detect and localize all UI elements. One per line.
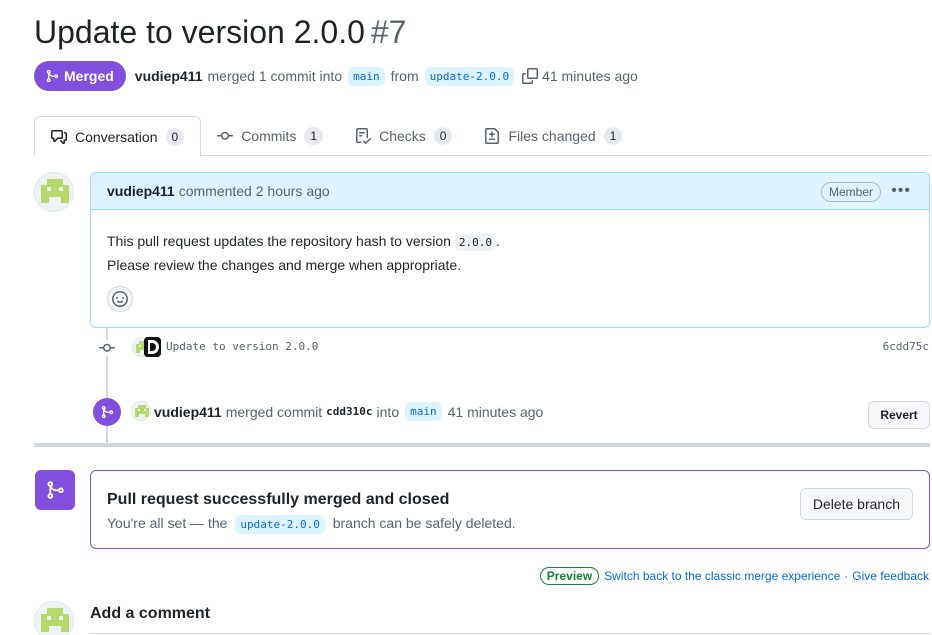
merge-event-verb: merged commit	[225, 403, 323, 420]
merge-event-time[interactable]: 41 minutes ago	[448, 404, 544, 420]
kebab-horizontal-icon[interactable]: •••	[891, 182, 911, 200]
committer-avatar[interactable]	[144, 337, 161, 357]
revert-button[interactable]: Revert	[868, 401, 930, 429]
add-reaction-button[interactable]	[107, 286, 133, 312]
add-comment-divider	[90, 633, 930, 634]
preview-badge: Preview	[539, 567, 600, 585]
tab-files-changed[interactable]: Files changed 1	[468, 116, 638, 156]
tab-files-changed-count: 1	[603, 127, 623, 145]
comment-timestamp[interactable]: commented 2 hours ago	[179, 183, 330, 199]
commit-sha-link[interactable]: 6cdd75c	[883, 340, 929, 353]
tab-conversation[interactable]: Conversation 0	[34, 116, 202, 157]
merged-state-label: Merged	[64, 68, 114, 84]
pr-title: Update to version 2.0.0 #7	[34, 14, 406, 51]
switch-classic-merge-link[interactable]: Switch back to the classic merge experie…	[604, 569, 840, 583]
timeline-divider	[34, 443, 930, 447]
comment-inline-code: 2.0.0	[454, 234, 496, 251]
pr-author-link[interactable]: vudiep411	[135, 68, 203, 84]
current-user-avatar[interactable]	[34, 601, 74, 635]
delete-branch-button[interactable]: Delete branch	[799, 488, 913, 520]
git-commit-icon	[99, 340, 115, 356]
comment-header: vudiep411 commented 2 hours ago Member •…	[91, 173, 929, 210]
merge-status-box: Pull request successfully merged and clo…	[90, 470, 930, 549]
comment-box: vudiep411 commented 2 hours ago Member •…	[90, 172, 930, 328]
merge-into-text: into	[376, 403, 400, 420]
give-feedback-link[interactable]: Give feedback	[852, 569, 929, 583]
tab-conversation-count: 0	[165, 127, 185, 146]
head-branch-label[interactable]: update-2.0.0	[424, 66, 515, 86]
pr-meta-row: Merged vudiep411 merged 1 commit into ma…	[34, 61, 638, 91]
comment-line-2: Please review the changes and merge when…	[107, 257, 462, 273]
commit-message-link[interactable]: Update to version 2.0.0	[166, 340, 318, 353]
merge-status-subtext: You're all set — the update-2.0.0 branch…	[107, 515, 516, 534]
tab-conversation-label: Conversation	[75, 128, 158, 145]
tab-checks-count: 0	[433, 127, 453, 145]
separator-dot: ·	[844, 569, 849, 583]
merge-status-sub-post: branch can be safely deleted.	[332, 515, 516, 531]
pr-title-text: Update to version 2.0.0	[34, 14, 365, 50]
from-text: from	[390, 68, 419, 84]
tab-commits-label: Commits	[241, 128, 297, 144]
comment-line-1-end: .	[496, 233, 500, 249]
merge-status-badge	[35, 470, 75, 510]
merge-author-link[interactable]: vudiep411	[154, 404, 222, 420]
tab-files-changed-label: Files changed	[508, 128, 596, 144]
merge-status-sub-pre: You're all set — the	[107, 515, 228, 531]
identicon-avatar	[35, 173, 73, 211]
merge-target-branch[interactable]: main	[405, 402, 442, 421]
merge-author-avatar[interactable]	[131, 401, 151, 421]
pr-merged-time: 41 minutes ago	[542, 68, 638, 84]
git-merge-icon	[46, 69, 59, 83]
copy-icon	[522, 68, 539, 84]
git-commit-icon	[217, 131, 234, 140]
merged-state-badge: Merged	[34, 61, 126, 91]
merge-status-heading: Pull request successfully merged and clo…	[107, 491, 450, 508]
merge-event-text: vudiep411 merged commit cdd310c into mai…	[154, 402, 543, 421]
merge-commit-sha-link[interactable]: cdd310c	[326, 405, 372, 418]
copy-branch-button[interactable]	[522, 68, 539, 84]
comment-author-avatar[interactable]	[34, 172, 74, 212]
git-merge-icon	[101, 405, 114, 419]
pr-tabs: Conversation 0 Commits 1 Checks 0 Files …	[34, 116, 931, 157]
checklist-icon	[356, 128, 372, 144]
add-comment-heading: Add a comment	[90, 605, 211, 622]
comment-body: This pull request updates the repository…	[91, 210, 929, 276]
merge-experience-preview-row: Preview Switch back to the classic merge…	[539, 567, 929, 585]
smiley-icon	[112, 291, 128, 307]
comment-author-link[interactable]: vudiep411	[107, 183, 175, 199]
comment-line-1: This pull request updates the repository…	[107, 230, 913, 254]
identicon-avatar	[35, 602, 73, 635]
comment-discussion-icon	[51, 129, 67, 144]
identicon-avatar	[132, 402, 150, 420]
file-diff-icon	[485, 128, 500, 144]
deletable-branch-label[interactable]: update-2.0.0	[235, 515, 325, 534]
merge-event-badge	[93, 398, 121, 426]
git-merge-icon	[47, 481, 64, 499]
pr-merged-summary: merged 1 commit into	[207, 68, 343, 84]
tab-commits[interactable]: Commits 1	[201, 116, 339, 156]
base-branch-label[interactable]: main	[348, 66, 385, 86]
comment-line-1-text: This pull request updates the repository…	[107, 233, 451, 249]
tab-commits-count: 1	[304, 127, 324, 145]
tab-checks[interactable]: Checks 0	[339, 116, 468, 156]
committer-logo-icon	[144, 337, 161, 357]
tab-checks-label: Checks	[379, 128, 426, 144]
member-role-badge: Member	[820, 182, 881, 202]
pr-number: #7	[370, 14, 407, 50]
